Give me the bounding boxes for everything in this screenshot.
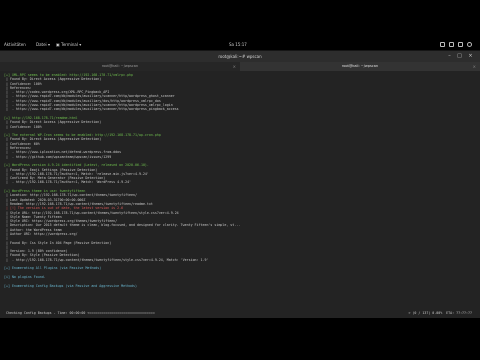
terminal-window: root@kali:~# wpscan – □ × root@kali: ~/w… [0, 51, 480, 318]
tab-label: root@kali: ~/wpscan [101, 64, 139, 68]
gnome-top-bar: Aktivitäten Datei ▾ ▣ Terminal ▾ Sa 15:1… [0, 40, 480, 50]
video-frame: Aktivitäten Datei ▾ ▣ Terminal ▾ Sa 15:1… [0, 0, 480, 360]
window-title: root@kali:~# wpscan [218, 54, 262, 59]
tab-1[interactable]: root@kali: ~/wpscan × [0, 62, 240, 71]
progress-line: Checking Config Backups - Time: 00:00:00… [0, 309, 480, 318]
terminal-line: [+] Enumerating Config Backups (via Pass… [4, 283, 137, 288]
app-menu[interactable]: Datei ▾ [36, 41, 50, 49]
close-icon[interactable]: × [467, 53, 474, 60]
close-tab-icon[interactable]: × [233, 62, 236, 71]
network-icon[interactable] [440, 42, 445, 47]
minimize-icon[interactable]: – [446, 53, 453, 60]
desktop: Aktivitäten Datei ▾ ▣ Terminal ▾ Sa 15:1… [0, 40, 480, 318]
activities-button[interactable]: Aktivitäten [4, 41, 26, 49]
close-tab-icon[interactable]: × [473, 62, 476, 71]
power-icon[interactable] [467, 42, 472, 47]
battery-icon[interactable] [458, 42, 463, 47]
terminal-output[interactable]: [+] XML-RPC seems to be enabled: http://… [0, 71, 480, 318]
clock[interactable]: Sa 15:17 [229, 41, 247, 49]
terminal-app-menu[interactable]: ▣ Terminal ▾ [56, 41, 81, 49]
progress-stats: > (0 / 137) 0.00% ETA: ??:??:?? [408, 311, 472, 315]
tab-2-active[interactable]: root@kali: ~/wpscan × [240, 62, 480, 71]
output-lines: [+] XML-RPC seems to be enabled: http://… [4, 73, 474, 288]
volume-icon[interactable] [449, 42, 454, 47]
maximize-icon[interactable]: □ [456, 53, 463, 60]
progress-text: Checking Config Backups - Time: 00:00:00… [4, 311, 155, 315]
window-titlebar[interactable]: root@kali:~# wpscan – □ × [0, 51, 480, 62]
tab-bar: root@kali: ~/wpscan × root@kali: ~/wpsca… [0, 62, 480, 71]
tab-label: root@kali: ~/wpscan [341, 64, 379, 68]
